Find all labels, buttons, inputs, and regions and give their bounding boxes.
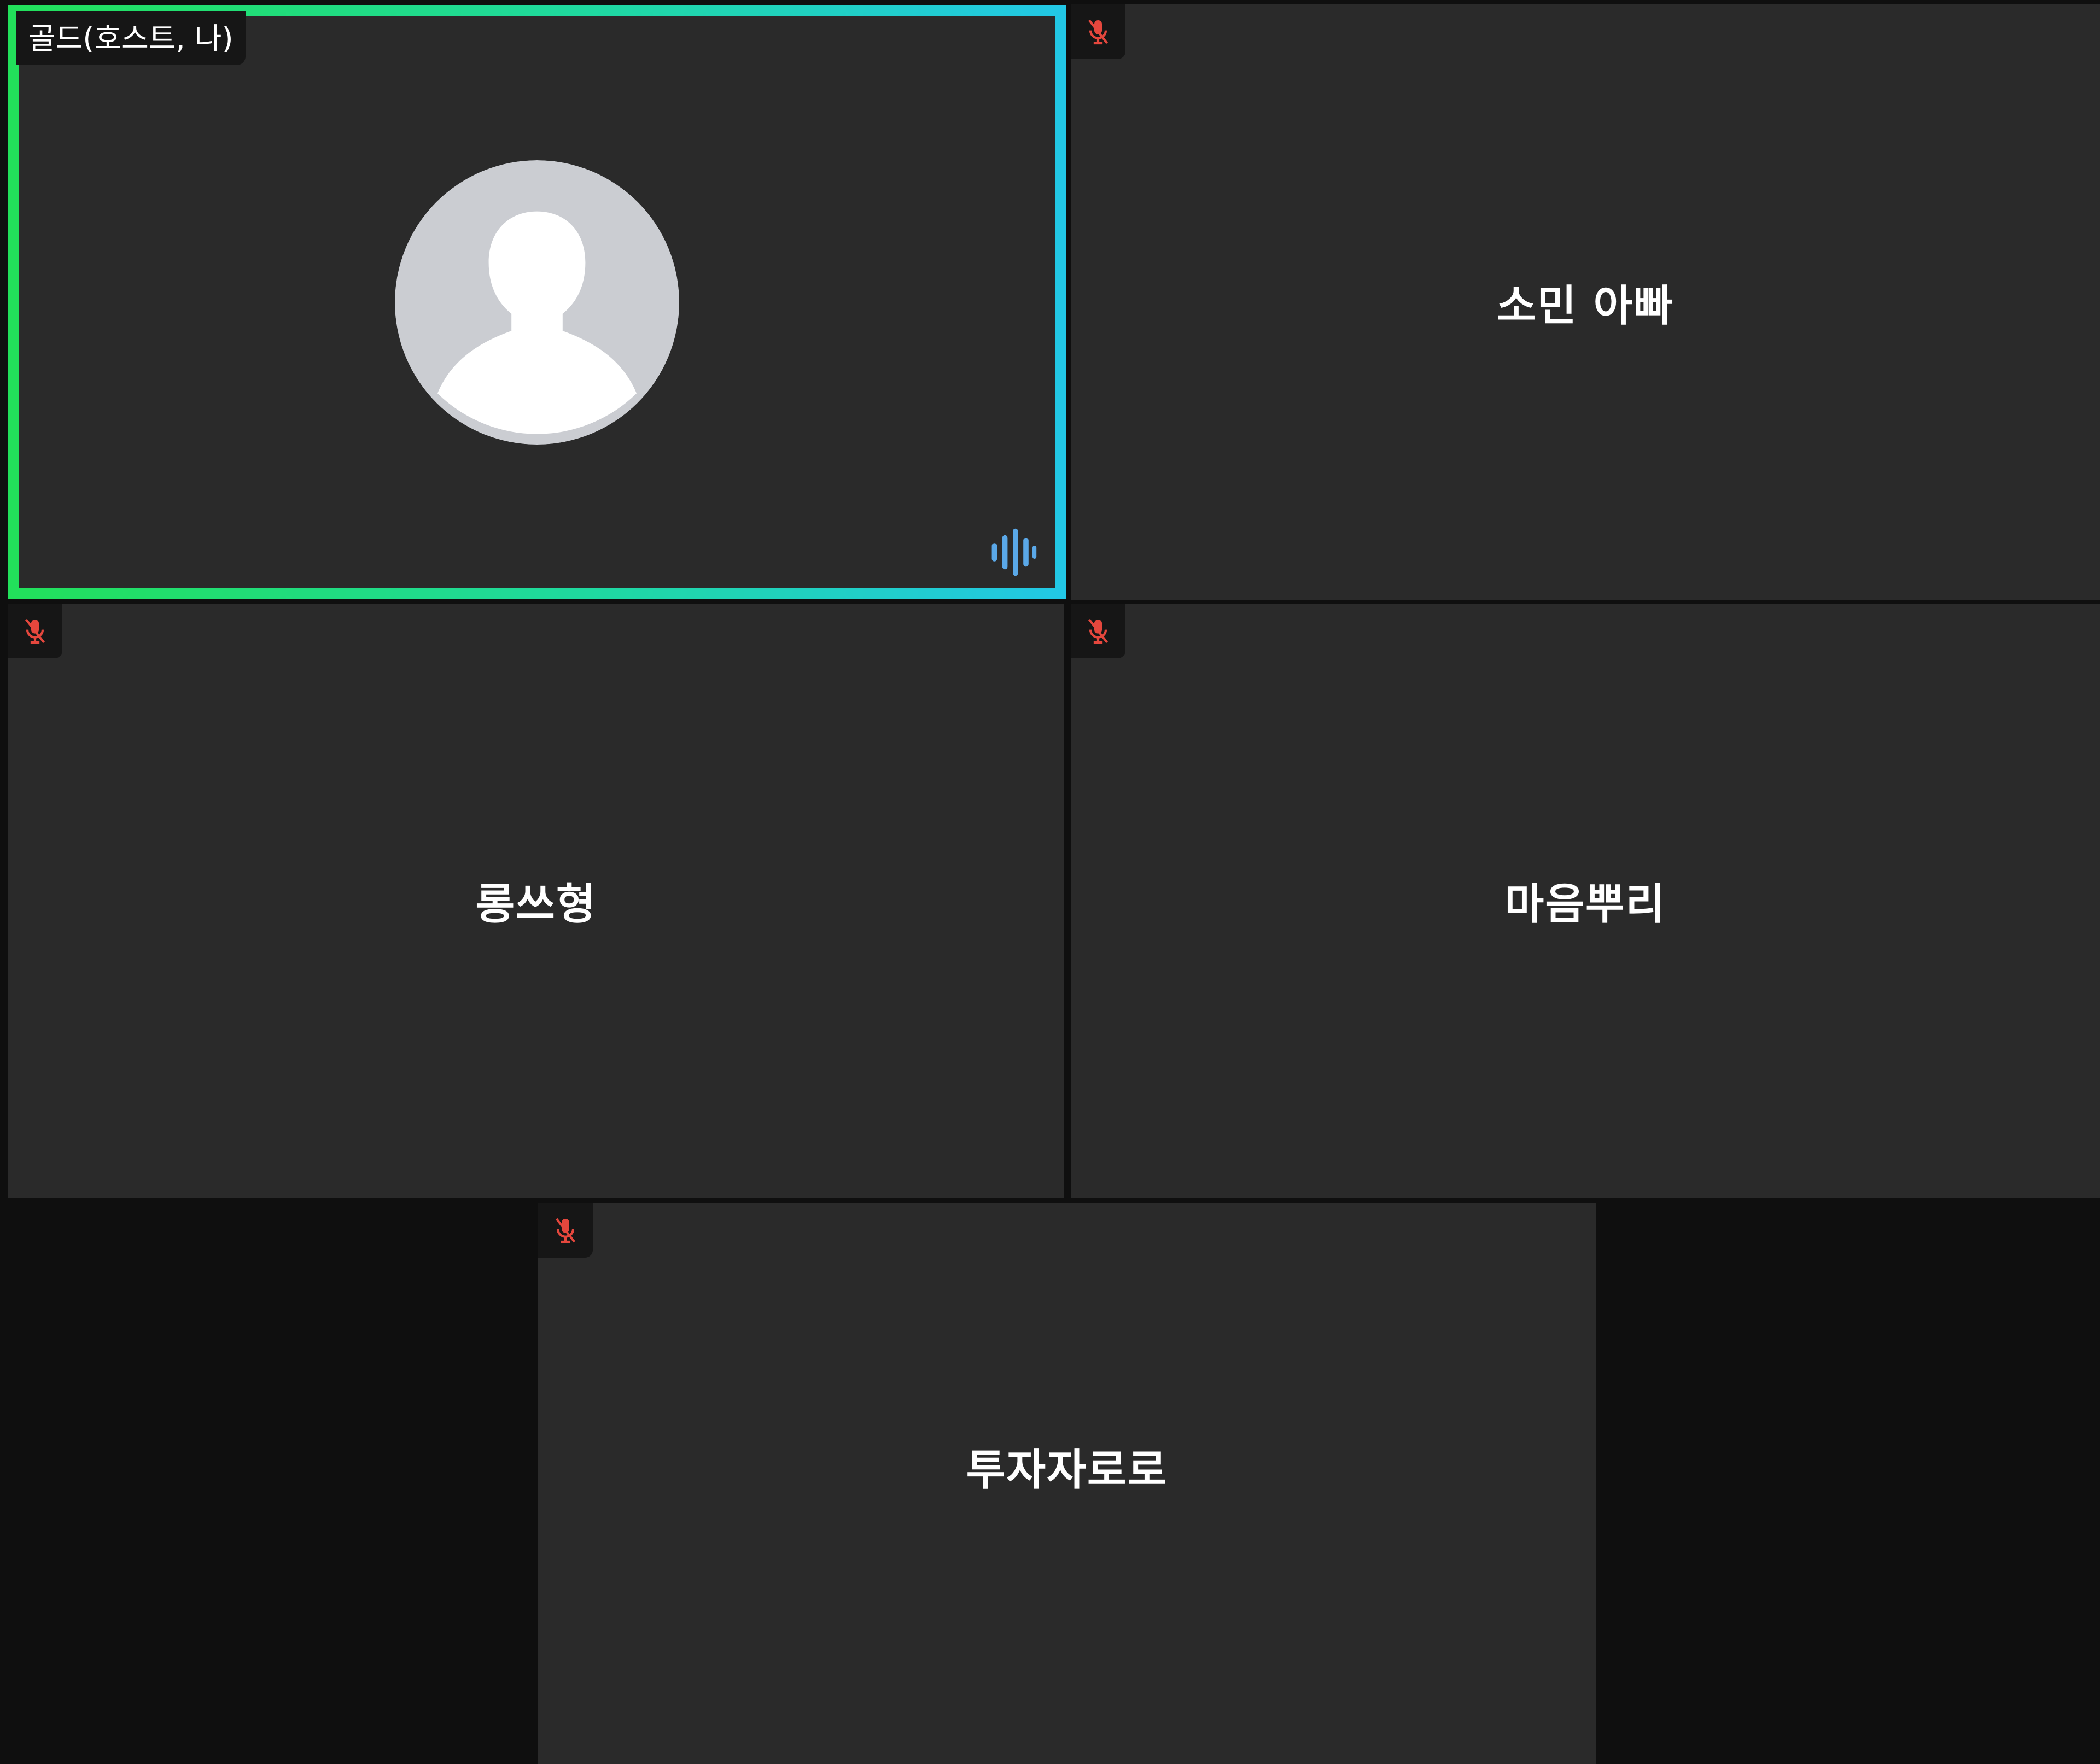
video-tile[interactable]: 롱쓰형 bbox=[8, 604, 1064, 1198]
video-tile[interactable]: 마음뿌리 bbox=[1071, 604, 2100, 1198]
muted-mic-icon bbox=[1071, 4, 1125, 59]
muted-mic-icon bbox=[1071, 604, 1125, 658]
video-tile[interactable]: 투자자로로 bbox=[538, 1203, 1596, 1764]
person-icon bbox=[395, 160, 679, 445]
participant-name: 소민 아빠 bbox=[1496, 282, 1675, 331]
avatar bbox=[395, 160, 679, 445]
muted-mic-icon bbox=[8, 604, 62, 658]
video-tile-host[interactable]: 골드(호스트, 나) bbox=[8, 5, 1066, 599]
participant-name-label: 골드(호스트, 나) bbox=[16, 11, 246, 65]
audio-wave-icon bbox=[987, 526, 1039, 579]
video-gallery: 골드(호스트, 나) 소민 아빠 롱쓰형 마음뿌리 투자자로로 bbox=[0, 0, 2100, 1764]
muted-mic-icon bbox=[538, 1203, 593, 1258]
video-tile[interactable]: 소민 아빠 bbox=[1071, 4, 2100, 600]
participant-name: 마음뿌리 bbox=[1504, 880, 1666, 929]
participant-name: 투자자로로 bbox=[966, 1446, 1168, 1496]
participant-name: 롱쓰형 bbox=[475, 880, 597, 929]
